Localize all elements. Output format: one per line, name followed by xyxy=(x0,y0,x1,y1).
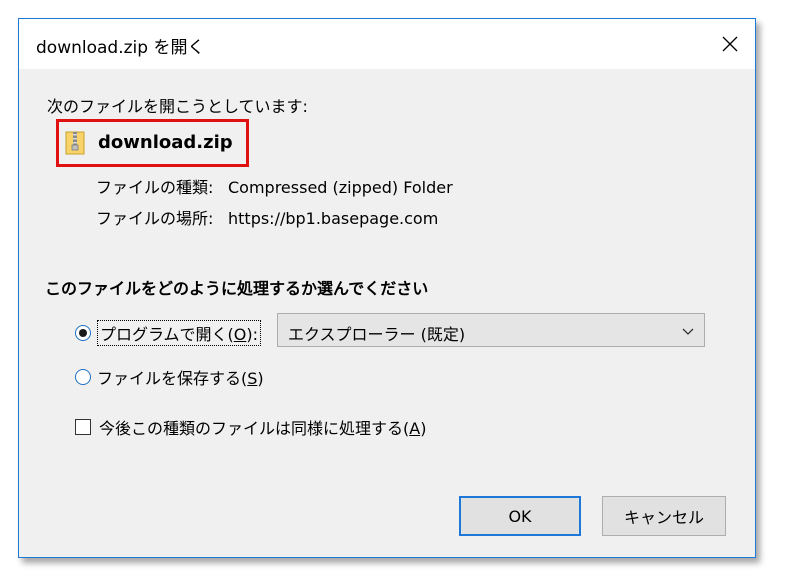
save-file-option[interactable]: ファイルを保存する(S) xyxy=(75,365,264,389)
close-button[interactable] xyxy=(705,19,755,69)
open-with-option[interactable]: プログラムで開く(O): xyxy=(75,320,261,346)
file-type-value: Compressed (zipped) Folder xyxy=(228,178,453,197)
open-file-dialog: download.zip を開く 次のファイルを開こうとしています: downl… xyxy=(18,18,756,558)
file-location-label: ファイルの場所: xyxy=(96,209,214,228)
chevron-down-icon xyxy=(682,328,694,335)
action-heading: このファイルをどのように処理するか選んでください xyxy=(45,279,429,298)
file-type-label: ファイルの種類: xyxy=(96,178,214,197)
cancel-button[interactable]: キャンセル xyxy=(602,496,726,536)
file-type-row: ファイルの種類: Compressed (zipped) Folder xyxy=(96,174,453,198)
open-with-radio[interactable] xyxy=(75,325,91,341)
save-file-radio[interactable] xyxy=(75,369,91,385)
file-name: download.zip xyxy=(98,132,233,153)
file-highlight-box: download.zip xyxy=(56,119,249,167)
zip-folder-icon xyxy=(65,131,85,155)
save-file-label: ファイルを保存する(S) xyxy=(97,369,264,388)
radio-selected-dot xyxy=(79,329,87,337)
title-bar: download.zip を開く xyxy=(19,19,755,69)
remember-choice-option[interactable]: 今後この種類のファイルは同様に処理する(A) xyxy=(75,415,426,439)
intro-text: 次のファイルを開こうとしています: xyxy=(47,97,308,116)
file-location-row: ファイルの場所: https://bp1.basepage.com xyxy=(96,205,438,229)
close-icon xyxy=(722,36,738,52)
open-with-label: プログラムで開く(O): xyxy=(97,320,261,346)
window-title: download.zip を開く xyxy=(36,38,205,58)
program-select-value: エクスプローラー (既定) xyxy=(288,325,466,344)
remember-checkbox[interactable] xyxy=(75,419,91,435)
remember-label: 今後この種類のファイルは同様に処理する(A) xyxy=(99,419,427,438)
program-select[interactable]: エクスプローラー (既定) xyxy=(277,313,705,347)
file-location-value: https://bp1.basepage.com xyxy=(228,209,439,228)
ok-button[interactable]: OK xyxy=(459,496,581,536)
